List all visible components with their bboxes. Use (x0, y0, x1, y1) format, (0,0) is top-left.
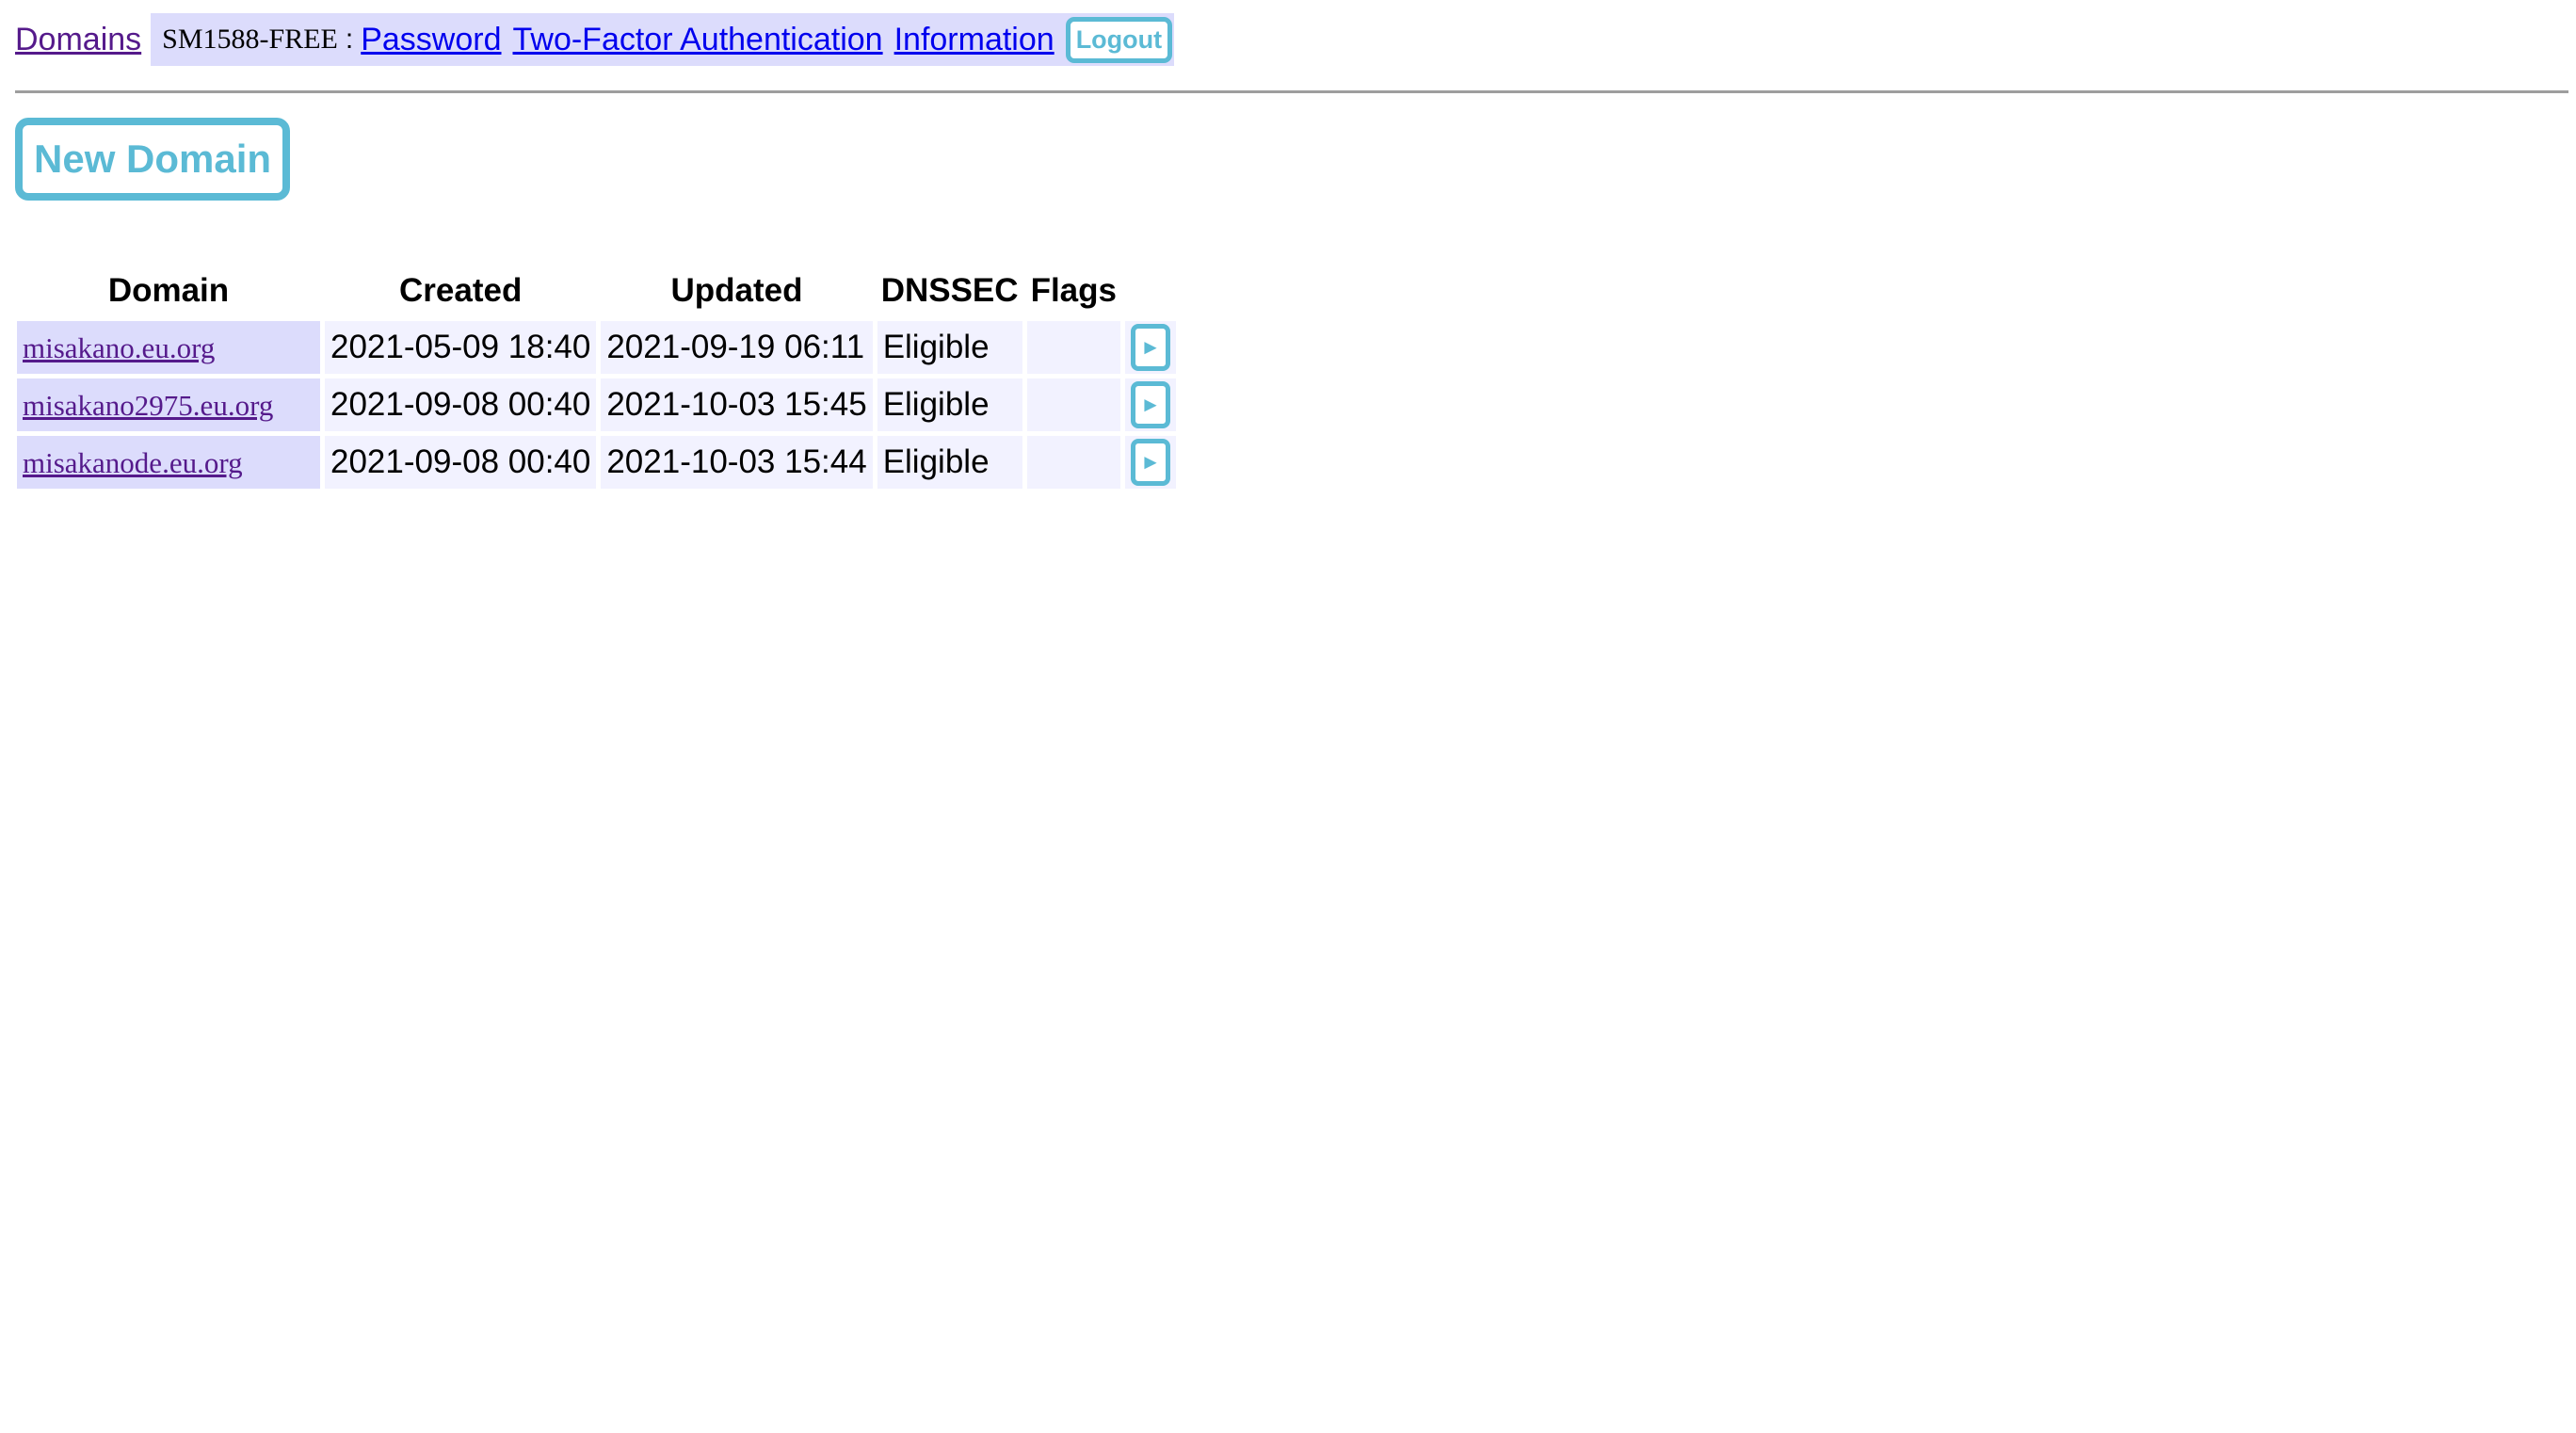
user-handle: SM1588-FREE (162, 24, 338, 55)
flags-cell (1026, 378, 1120, 431)
table-row: misakano2975.eu.org 2021-09-08 00:40 202… (17, 378, 1176, 431)
user-separator: : (345, 24, 354, 55)
header-domain: Domain (107, 272, 230, 309)
domain-cell: misakano.eu.org (17, 321, 320, 374)
domain-link[interactable]: misakano.eu.org (23, 331, 215, 364)
row-go-button[interactable]: ► (1130, 439, 1170, 486)
domain-link[interactable]: misakanode.eu.org (23, 446, 243, 479)
updated-cell: 2021-10-03 15:45 (601, 378, 873, 431)
updated-cell: 2021-09-19 06:11 (601, 321, 873, 374)
header-divider (15, 90, 2568, 93)
header-updated: Updated (670, 272, 803, 309)
domain-cell: misakano2975.eu.org (17, 378, 320, 431)
action-cell: ► (1124, 436, 1176, 489)
two-factor-link[interactable]: Two-Factor Authentication (513, 22, 883, 58)
table-row: misakano.eu.org 2021-05-09 18:40 2021-09… (17, 321, 1176, 374)
domain-link[interactable]: misakano2975.eu.org (23, 389, 273, 422)
updated-cell: 2021-10-03 15:44 (601, 436, 873, 489)
top-navigation: Domains SM1588-FREE : Password Two-Facto… (15, 13, 2561, 66)
domain-cell: misakanode.eu.org (17, 436, 320, 489)
new-domain-button[interactable]: New Domain (15, 118, 291, 201)
table-row: misakanode.eu.org 2021-09-08 00:40 2021-… (17, 436, 1176, 489)
header-dnssec: DNSSEC (880, 272, 1019, 309)
domains-link[interactable]: Domains (15, 22, 141, 58)
action-cell: ► (1124, 378, 1176, 431)
arrow-right-icon: ► (1140, 393, 1161, 416)
arrow-right-icon: ► (1140, 335, 1161, 359)
information-link[interactable]: Information (894, 22, 1055, 58)
row-go-button[interactable]: ► (1130, 381, 1170, 428)
page: Domains SM1588-FREE : Password Two-Facto… (0, 0, 2576, 493)
dnssec-cell: Eligible (877, 436, 1022, 489)
arrow-right-icon: ► (1140, 450, 1161, 474)
header-flags: Flags (1030, 272, 1117, 309)
dnssec-cell: Eligible (877, 321, 1022, 374)
created-cell: 2021-09-08 00:40 (325, 436, 597, 489)
action-cell: ► (1124, 321, 1176, 374)
logout-button[interactable]: Logout (1065, 16, 1173, 63)
row-go-button[interactable]: ► (1130, 324, 1170, 371)
password-link[interactable]: Password (361, 22, 501, 58)
created-cell: 2021-05-09 18:40 (325, 321, 597, 374)
created-cell: 2021-09-08 00:40 (325, 378, 597, 431)
domains-table: Domain Created Updated DNSSEC Flags misa… (12, 261, 1181, 493)
user-menu: SM1588-FREE : Password Two-Factor Authen… (151, 13, 1175, 66)
header-created: Created (399, 272, 523, 309)
table-header-row: Domain Created Updated DNSSEC Flags (17, 266, 1176, 316)
dnssec-cell: Eligible (877, 378, 1022, 431)
header-action (1125, 266, 1176, 316)
flags-cell (1026, 436, 1120, 489)
flags-cell (1026, 321, 1120, 374)
